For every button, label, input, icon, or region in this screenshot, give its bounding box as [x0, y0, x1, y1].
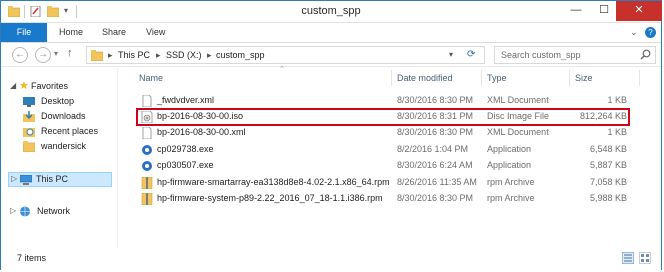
folder-icon [22, 141, 36, 154]
title-bar: ▾ custom_spp — ☐ ✕ [1, 1, 662, 23]
window-title: custom_spp [301, 5, 361, 17]
crumb-separator-icon: ▸ [108, 50, 113, 60]
nav-network[interactable]: ▷ Network [10, 205, 110, 219]
rpm-archive-icon [141, 176, 153, 190]
nav-recent-places[interactable]: Recent places [23, 125, 113, 139]
search-icon[interactable] [640, 49, 651, 62]
nav-this-pc[interactable]: ▷ This PC [8, 172, 112, 187]
crumb-this-pc[interactable]: This PC [118, 50, 150, 60]
search-box[interactable]: Search custom_spp [494, 46, 656, 64]
nav-downloads[interactable]: Downloads [23, 110, 113, 124]
network-icon [19, 206, 31, 219]
refresh-icon[interactable]: ⟳ [467, 49, 475, 60]
tab-view[interactable]: View [146, 23, 165, 42]
address-dropdown-icon[interactable]: ▾ [449, 50, 453, 59]
recent-places-icon [23, 126, 35, 139]
maximize-button[interactable]: ☐ [591, 1, 617, 21]
desktop-icon [23, 97, 35, 109]
nav-desktop[interactable]: Desktop [23, 95, 113, 109]
column-divider[interactable] [569, 70, 570, 86]
file-row[interactable]: hp-firmware-smartarray-ea3138d8e8-4.02-2… [119, 175, 639, 191]
ribbon-collapse-icon[interactable]: ⌄ [630, 23, 638, 42]
annotation-highlight-box [136, 108, 630, 126]
close-button[interactable]: ✕ [616, 1, 662, 21]
file-row[interactable]: cp030507.exe 8/30/2016 6:24 AM Applicati… [119, 158, 639, 174]
details-view-icon[interactable] [622, 252, 634, 264]
column-divider[interactable] [481, 70, 482, 86]
minimize-button[interactable]: — [563, 1, 589, 21]
up-button[interactable]: ↑ [67, 47, 73, 59]
folder-icon [90, 50, 104, 63]
crumb-separator-icon: ▸ [207, 50, 212, 60]
application-gear-icon [141, 160, 153, 172]
computer-icon [19, 174, 33, 187]
crumb-current-folder[interactable]: custom_spp [216, 50, 265, 60]
column-header-date[interactable]: Date modified [397, 68, 453, 88]
column-divider[interactable] [391, 70, 392, 86]
rpm-archive-icon [141, 192, 153, 206]
tab-home[interactable]: Home [59, 23, 83, 42]
file-row[interactable]: bp-2016-08-30-00.xml 8/30/2016 8:30 PM X… [119, 125, 639, 141]
column-header-size[interactable]: Size [575, 68, 593, 88]
navigation-pane: ◢ ★ Favorites Desktop Downloads Recent p… [1, 68, 118, 248]
sort-indicator-icon: ⌃ [279, 66, 285, 73]
address-row: ← → ▾ ↑ ▸ This PC ▸ SSD (X:) ▸ custom_sp… [1, 43, 661, 67]
search-input[interactable]: Search custom_spp [501, 50, 581, 60]
status-bar: 7 items [1, 248, 661, 270]
large-icons-view-icon[interactable] [639, 252, 651, 264]
recent-locations-icon[interactable]: ▾ [54, 49, 58, 58]
expanded-chevron-icon[interactable]: ◢ [10, 81, 16, 90]
help-icon[interactable]: ? [645, 23, 656, 42]
column-header-name[interactable]: Name [139, 68, 163, 88]
collapsed-chevron-icon[interactable]: ▷ [11, 174, 17, 183]
item-count: 7 items [17, 253, 47, 263]
xml-file-icon [141, 126, 153, 140]
column-header-type[interactable]: Type [487, 68, 507, 88]
column-divider[interactable] [639, 70, 640, 86]
crumb-separator-icon: ▸ [156, 50, 161, 60]
explorer-window: ▾ custom_spp — ☐ ✕ File Home Share View … [0, 0, 662, 270]
nav-favorites-label: Favorites [31, 81, 69, 91]
back-button[interactable]: ← [12, 47, 28, 63]
address-bar[interactable]: ▸ This PC ▸ SSD (X:) ▸ custom_spp ▾ ⟳ [86, 46, 485, 64]
file-list: ⌃ Name Date modified Type Size _fwdvdver… [119, 66, 661, 248]
downloads-icon [23, 111, 35, 124]
file-row[interactable]: cp029738.exe 8/2/2016 1:04 PM Applicatio… [119, 142, 639, 158]
application-gear-icon [141, 144, 153, 156]
nav-favorites[interactable]: ◢ ★ Favorites [10, 80, 110, 94]
ribbon-tabs: File Home Share View ⌄ ? [1, 23, 661, 43]
xml-file-icon [141, 94, 153, 108]
star-icon: ★ [19, 80, 29, 92]
file-row[interactable]: hp-firmware-system-p89-2.22_2016_07_18-1… [119, 191, 639, 207]
tab-file[interactable]: File [1, 23, 47, 42]
forward-button[interactable]: → [35, 47, 51, 63]
tab-share[interactable]: Share [102, 23, 126, 42]
file-row[interactable]: _fwdvdver.xml 8/30/2016 8:30 PM XML Docu… [119, 93, 639, 109]
nav-wandersick[interactable]: wandersick [22, 140, 113, 154]
collapsed-chevron-icon[interactable]: ▷ [10, 206, 16, 215]
crumb-ssd[interactable]: SSD (X:) [166, 50, 202, 60]
